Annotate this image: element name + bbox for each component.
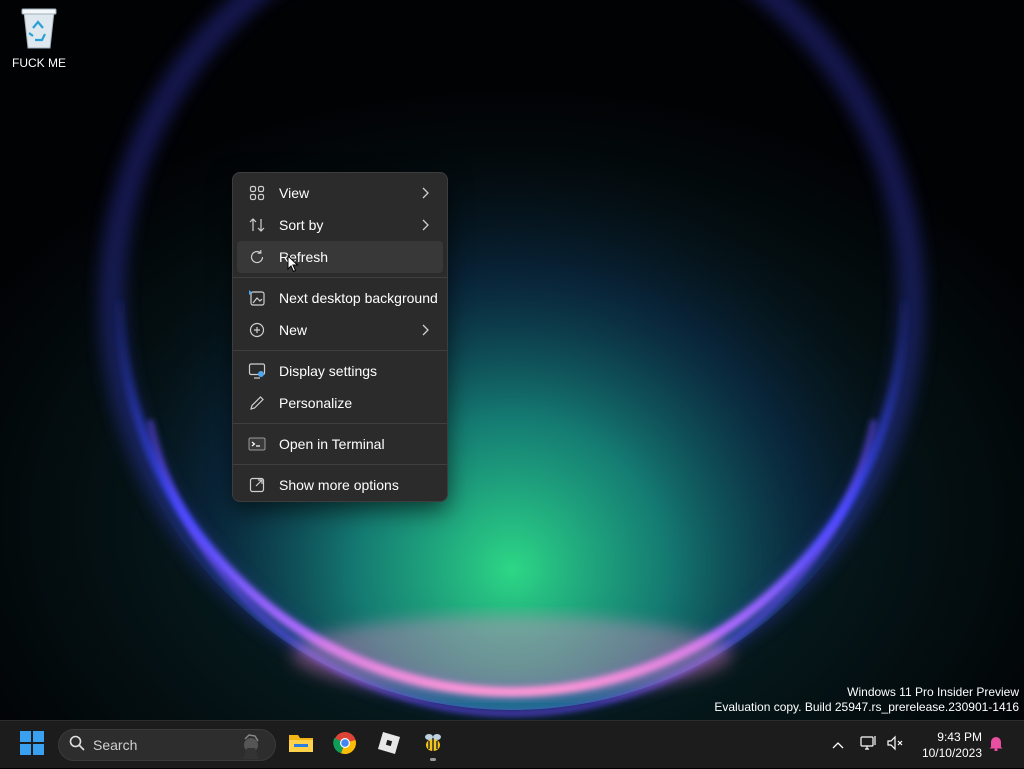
chrome-icon <box>333 731 357 760</box>
menu-item-label: Show more options <box>279 477 399 493</box>
file-explorer-icon <box>288 732 314 759</box>
bee-app-icon <box>421 731 445 760</box>
menu-separator <box>233 277 447 278</box>
menu-separator <box>233 350 447 351</box>
display-settings-icon <box>247 361 267 381</box>
menu-item-next-desktop-background[interactable]: Next desktop background <box>237 282 443 314</box>
recycle-bin-label: FUCK ME <box>12 56 66 70</box>
roblox-icon <box>377 731 401 760</box>
chevron-right-icon <box>421 186 429 202</box>
start-button[interactable] <box>14 727 50 763</box>
menu-separator <box>233 464 447 465</box>
menu-item-refresh[interactable]: Refresh <box>237 241 443 273</box>
menu-item-label: Sort by <box>279 217 324 233</box>
roblox-button[interactable] <box>371 727 407 763</box>
network-icon <box>860 735 878 756</box>
notification-bell-icon <box>988 735 1004 756</box>
start-icon <box>20 730 44 760</box>
watermark-build: Evaluation copy. Build 25947.rs_prerelea… <box>714 700 1019 714</box>
menu-separator <box>233 423 447 424</box>
mouse-cursor-icon <box>287 254 299 278</box>
taskbar-search-box[interactable]: Search <box>58 729 276 761</box>
show-hidden-icons-button[interactable] <box>828 721 848 769</box>
bee-app-button[interactable] <box>415 727 451 763</box>
desktop-wallpaper[interactable] <box>0 0 1024 720</box>
running-indicator <box>430 758 436 761</box>
watermark-edition: Windows 11 Pro Insider Preview <box>847 685 1019 699</box>
search-highlight-icon <box>229 733 265 764</box>
sort-icon <box>247 215 267 235</box>
chrome-button[interactable] <box>327 727 363 763</box>
clock-date: 10/10/2023 <box>921 746 982 760</box>
clock-button[interactable]: 9:43 PM 10/10/2023 <box>922 729 982 761</box>
menu-item-label: Personalize <box>279 395 353 411</box>
chevron-right-icon <box>421 323 429 339</box>
desktop-context-menu: View Sort by Refresh Next desktop backgr… <box>232 172 448 502</box>
next-background-icon <box>247 288 267 308</box>
search-placeholder: Search <box>93 737 138 753</box>
chevron-up-icon <box>832 736 844 754</box>
notifications-button[interactable] <box>986 721 1006 769</box>
volume-button[interactable] <box>884 721 906 769</box>
menu-item-label: New <box>279 322 308 338</box>
file-explorer-button[interactable] <box>283 727 319 763</box>
pen-icon <box>247 393 267 413</box>
clock-time: 9:43 PM <box>937 730 982 744</box>
refresh-icon <box>247 247 267 267</box>
menu-item-label: Next desktop background <box>279 290 438 306</box>
chevron-right-icon <box>421 218 429 234</box>
taskbar: Search 9:43 PM 10/10/2023 <box>0 720 1024 768</box>
menu-item-show-more-options[interactable]: Show more options <box>237 469 443 501</box>
terminal-icon <box>247 434 267 454</box>
network-status-button[interactable] <box>858 721 880 769</box>
menu-item-view[interactable]: View <box>237 177 443 209</box>
menu-item-label: Open in Terminal <box>279 436 385 452</box>
view-grid-icon <box>247 183 267 203</box>
recycle-bin-shortcut[interactable]: FUCK ME <box>8 6 70 70</box>
more-options-icon <box>247 475 267 495</box>
new-plus-icon <box>247 320 267 340</box>
recycle-bin-icon <box>19 6 59 50</box>
menu-item-new[interactable]: New <box>237 314 443 346</box>
menu-item-sort-by[interactable]: Sort by <box>237 209 443 241</box>
menu-item-label: View <box>279 185 310 201</box>
volume-muted-icon <box>886 735 904 756</box>
evaluation-watermark: Windows 11 Pro Insider Preview Evaluatio… <box>714 685 1019 715</box>
menu-item-display-settings[interactable]: Display settings <box>237 355 443 387</box>
menu-item-label: Display settings <box>279 363 378 379</box>
menu-item-personalize[interactable]: Personalize <box>237 387 443 419</box>
menu-item-open-in-terminal[interactable]: Open in Terminal <box>237 428 443 460</box>
search-icon <box>69 735 85 756</box>
